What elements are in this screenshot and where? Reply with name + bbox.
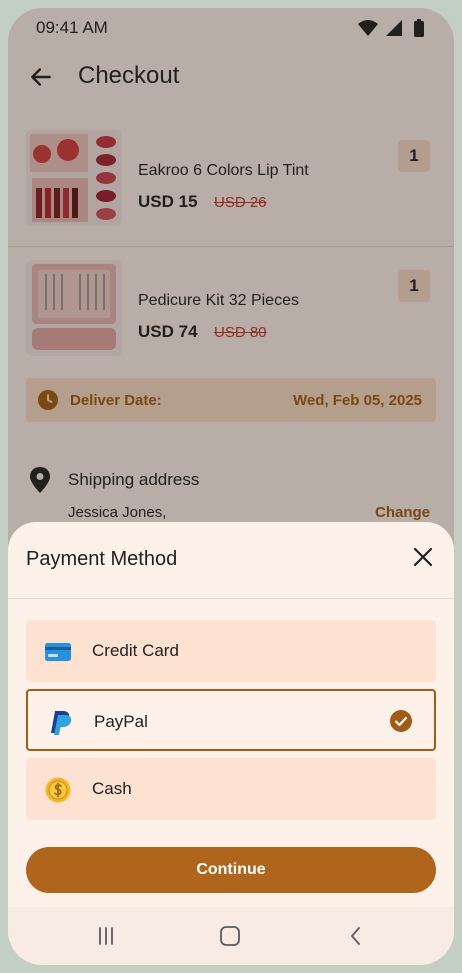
- system-nav-bar: [8, 907, 454, 965]
- option-label: Cash: [92, 779, 132, 798]
- divider: [8, 598, 454, 599]
- recent-apps-icon[interactable]: [94, 925, 118, 947]
- payment-option-cash[interactable]: Cash: [26, 758, 436, 820]
- close-icon[interactable]: [412, 546, 434, 568]
- cash-coin-icon: [45, 777, 71, 803]
- payment-option-paypal[interactable]: PayPal: [26, 689, 436, 751]
- back-nav-icon[interactable]: [344, 925, 368, 947]
- sheet-title: Payment Method: [26, 548, 178, 570]
- option-label: Credit Card: [92, 641, 179, 660]
- payment-method-sheet: Payment Method Credit Card PayPal Cash C…: [8, 522, 454, 965]
- continue-button[interactable]: Continue: [26, 847, 436, 893]
- check-circle-icon: [390, 710, 412, 732]
- payment-option-credit-card[interactable]: Credit Card: [26, 620, 436, 682]
- home-icon[interactable]: [218, 925, 242, 947]
- option-label: PayPal: [94, 712, 148, 731]
- credit-card-icon: [45, 643, 71, 661]
- paypal-icon: [51, 711, 72, 735]
- phone-screen: 09:41 AM Checkout Eakroo 6 Colors Lip Ti…: [8, 8, 454, 965]
